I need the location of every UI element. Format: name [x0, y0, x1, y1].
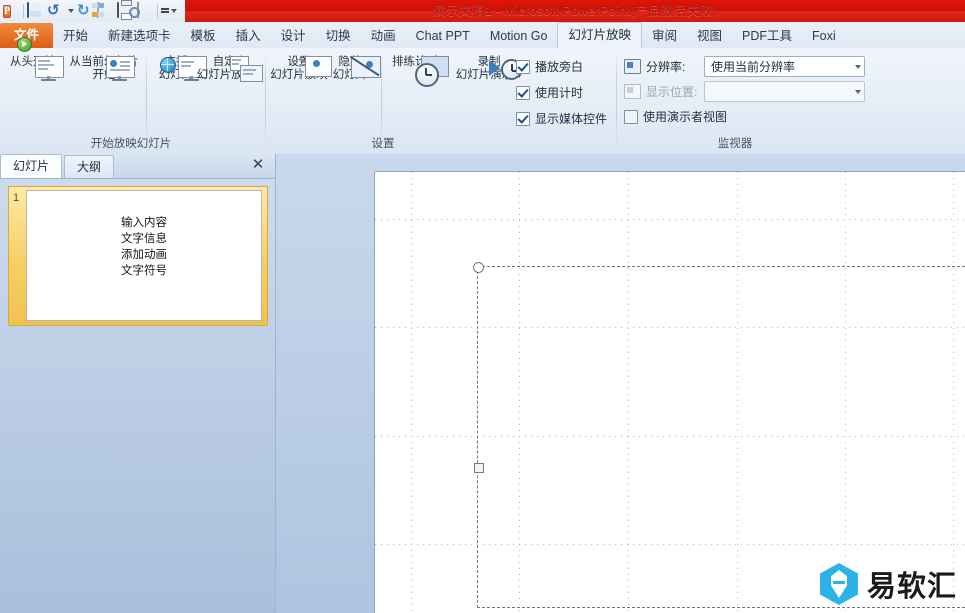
show-media-controls-checkbox[interactable]: 显示媒体控件 [516, 110, 607, 127]
broadcast-slide-show-button[interactable]: 广播 幻灯片 [150, 56, 207, 82]
chevron-down-icon[interactable] [855, 64, 861, 69]
ribbon-group-start-slide-show: 从头开始 从当前幻灯片 开始 广播 幻灯片 幻灯片放映 ▾ 开始放映幻灯片 [0, 37, 264, 154]
group-title-setup: 设置 [371, 138, 395, 150]
undo-dropdown-icon[interactable] [68, 9, 74, 13]
title-bar-red-area: 演示文稿1 - Microsoft PowerPoint(产品激活失败) [185, 0, 965, 22]
display-position-label: 显示位置: [646, 85, 698, 99]
presenter-view-check-icon[interactable] [624, 109, 638, 124]
use-timings-checkbox[interactable]: 使用计时 [516, 84, 583, 101]
qat-divider [23, 4, 24, 18]
display-position-combobox[interactable] [704, 81, 865, 102]
title-bar: 演示文稿1 - Microsoft PowerPoint(产品激活失败) P ↺… [0, 0, 965, 22]
tab-new-tab[interactable]: 新建选项卡 [98, 24, 181, 48]
tab-slides[interactable]: 幻灯片 [0, 154, 63, 178]
table-icon[interactable] [92, 1, 114, 20]
rotate-handle[interactable] [473, 262, 484, 273]
display-position-row: 显示位置: [624, 83, 697, 100]
tab-foxit[interactable]: Foxi [802, 24, 846, 48]
group-title-start-slide-show: 开始放映幻灯片 [90, 138, 172, 150]
powerpoint-logo-icon[interactable]: P [3, 3, 20, 20]
tab-home[interactable]: 开始 [53, 24, 98, 48]
editing-workspace: 输 文 添 易软汇 [276, 154, 965, 613]
thumbnail-slide-surface[interactable]: 输入内容 文字信息 添加动画 文字符号 [26, 190, 262, 321]
chevron-down-icon-2[interactable] [855, 89, 861, 94]
presenter-view-label: 使用演示者视图 [643, 110, 728, 124]
tab-slide-show[interactable]: 幻灯片放映 [557, 22, 642, 49]
resize-handle[interactable] [474, 463, 484, 473]
slide-canvas[interactable]: 输 文 添 [375, 172, 965, 613]
ribbon-group-setup: 设置 幻灯片放映 隐藏 幻灯片 排练计时 录制 幻灯片演示 ▾ 播放旁白 使用计… [268, 48, 612, 154]
tab-review[interactable]: 审阅 [642, 24, 687, 48]
placeholder-selection-box[interactable] [473, 262, 965, 608]
tab-transitions[interactable]: 切换 [316, 24, 361, 48]
presenter-view-checkbox[interactable]: 使用演示者视图 [624, 108, 727, 125]
resolution-icon [624, 59, 641, 74]
thumbnail-line-2: 文字信息 [121, 233, 167, 245]
resolution-combobox[interactable]: 使用当前分辨率 [704, 56, 865, 77]
tab-view[interactable]: 视图 [687, 24, 732, 48]
ribbon: 从头开始 从当前幻灯片 开始 广播 幻灯片 幻灯片放映 ▾ 开始放映幻灯片 设置… [0, 37, 965, 155]
rehearse-timings-button[interactable]: 排练计时 [384, 56, 449, 87]
thumbnail-line-1: 输入内容 [121, 217, 167, 229]
set-up-slide-show-button[interactable]: 设置 幻灯片放映 [268, 56, 332, 82]
ribbon-group-monitor: 分辨率: 使用当前分辨率 显示位置: 使用演示者视图 监视器 [620, 48, 910, 154]
tab-chat-ppt[interactable]: Chat PPT [406, 24, 480, 48]
tab-insert[interactable]: 插入 [226, 24, 271, 48]
tab-design[interactable]: 设计 [271, 24, 316, 48]
from-current-slide-button[interactable]: 从当前幻灯片 开始 [66, 56, 142, 82]
use-timings-check-icon[interactable] [516, 85, 530, 100]
custom-slide-show-button[interactable]: 自定义 幻灯片放映 ▾ [196, 56, 264, 82]
quick-access-toolbar[interactable]: P ↺ ↻ [0, 0, 177, 22]
watermark-logo: 易软汇 [819, 563, 957, 605]
tab-animations[interactable]: 动画 [361, 24, 406, 48]
close-icon[interactable]: ✕ [249, 156, 267, 174]
thumbnail-text: 输入内容 文字信息 添加动画 文字符号 [27, 215, 261, 279]
thumbnail-number: 1 [12, 192, 20, 204]
ribbon-tab-strip[interactable]: 文件 开始 新建选项卡 模板 插入 设计 切换 动画 Chat PPT Moti… [0, 22, 965, 49]
slide-thumbnail-1[interactable]: 1 输入内容 文字信息 添加动画 文字符号 [8, 186, 268, 326]
show-media-controls-label: 显示媒体控件 [535, 112, 608, 126]
from-beginning-button[interactable]: 从头开始 [2, 37, 64, 81]
hide-slide-button[interactable]: 隐藏 幻灯片 [324, 56, 381, 82]
play-narrations-check-icon[interactable] [516, 59, 530, 74]
qat-divider-2 [157, 4, 158, 18]
hexagon-logo-icon [819, 563, 858, 605]
tab-outline[interactable]: 大纲 [64, 155, 115, 178]
thumbnail-line-3: 添加动画 [121, 249, 167, 261]
tab-pdf-tools[interactable]: PDF工具 [732, 24, 802, 48]
slides-panel-tabs[interactable]: 幻灯片 大纲 ✕ [0, 154, 275, 179]
play-narrations-label: 播放旁白 [535, 60, 584, 74]
slides-panel: 幻灯片 大纲 ✕ 1 输入内容 文字信息 添加动画 文字符号 [0, 154, 276, 613]
watermark-text: 易软汇 [866, 569, 957, 603]
thumbnail-line-4: 文字符号 [121, 265, 167, 277]
print-preview-icon[interactable] [137, 1, 154, 20]
undo-icon[interactable]: ↺ [47, 3, 64, 20]
use-timings-label: 使用计时 [535, 86, 584, 100]
display-position-icon [624, 84, 641, 99]
play-narrations-checkbox[interactable]: 播放旁白 [516, 58, 583, 75]
powerpoint-window: 演示文稿1 - Microsoft PowerPoint(产品激活失败) P ↺… [0, 0, 965, 613]
resolution-value: 使用当前分辨率 [711, 60, 796, 74]
resolution-row: 分辨率: [624, 58, 685, 75]
save-icon[interactable] [27, 1, 44, 20]
window-title: 演示文稿1 - Microsoft PowerPoint(产品激活失败) [433, 4, 717, 18]
resolution-label: 分辨率: [646, 60, 686, 74]
tab-motion-go[interactable]: Motion Go [480, 24, 558, 48]
tab-template[interactable]: 模板 [181, 24, 226, 48]
show-media-controls-check-icon[interactable] [516, 111, 530, 126]
customize-qat-icon[interactable] [161, 8, 177, 14]
group-title-monitor: 监视器 [717, 138, 753, 150]
